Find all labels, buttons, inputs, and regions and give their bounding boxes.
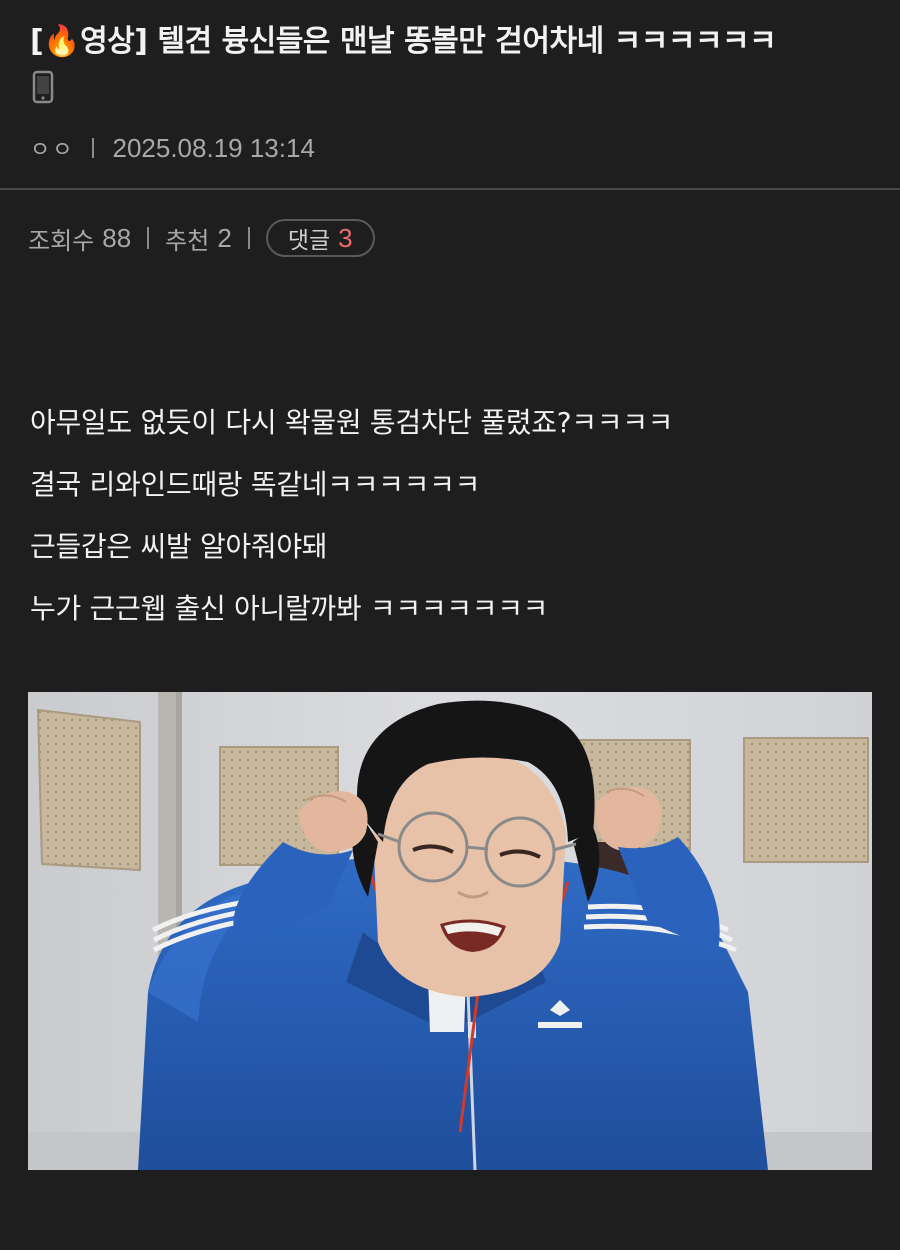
mobile-phone-icon: [30, 70, 56, 104]
post-title: [🔥영상] 텔견 븅신들은 맨날 똥볼만 걷어차네 ㅋㅋㅋㅋㅋㅋ: [30, 22, 870, 62]
body-line: 근들갑은 씨발 알아줘야돼: [30, 530, 328, 563]
body-line: 누가 근근웹 출신 아니랄까봐 ㅋㅋㅋㅋㅋㅋㅋ: [30, 592, 549, 625]
stats-separator: [147, 227, 150, 249]
streamer-photo: [28, 692, 872, 1170]
title-prefix: [: [30, 24, 44, 59]
post-meta: ㅇㅇ 2025.08.19 13:14: [30, 130, 870, 166]
meta-separator: [92, 138, 95, 158]
post-stats: 조회수 88 추천 2 댓글 3: [28, 216, 375, 260]
views-count: 88: [102, 222, 132, 253]
post-image[interactable]: [28, 692, 872, 1170]
post-body: 아무일도 없듯이 다시 왁물원 통검차단 풀렸죠?ㅋㅋㅋㅋ 결국 리와인드때랑 …: [30, 392, 673, 640]
post-page: [🔥영상] 텔견 븅신들은 맨날 똥볼만 걷어차네 ㅋㅋㅋㅋㅋㅋ ㅇㅇ 2025…: [0, 0, 900, 1250]
post-date: 2025.08.19 13:14: [112, 132, 315, 163]
comments-button[interactable]: 댓글 3: [265, 219, 375, 257]
post-header: [🔥영상] 텔견 븅신들은 맨날 똥볼만 걷어차네 ㅋㅋㅋㅋㅋㅋ ㅇㅇ 2025…: [0, 0, 900, 166]
title-text: 영상] 텔견 븅신들은 맨날 똥볼만 걷어차네 ㅋㅋㅋㅋㅋㅋ: [80, 24, 777, 59]
fire-emoji: 🔥: [43, 24, 81, 59]
body-line: 결국 리와인드때랑 똑같네ㅋㅋㅋㅋㅋㅋ: [30, 468, 481, 501]
stats-separator: [247, 227, 250, 249]
device-row: [30, 70, 870, 110]
body-line: 아무일도 없듯이 다시 왁물원 통검차단 풀렸죠?ㅋㅋㅋㅋ: [30, 406, 674, 439]
author-name[interactable]: ㅇㅇ: [30, 132, 74, 164]
likes-label: 추천: [165, 226, 210, 255]
comments-count: 3: [338, 222, 353, 253]
views-label: 조회수: [28, 226, 95, 255]
header-divider: [0, 188, 900, 190]
comments-label: 댓글: [287, 228, 331, 254]
likes-count: 2: [217, 222, 232, 253]
